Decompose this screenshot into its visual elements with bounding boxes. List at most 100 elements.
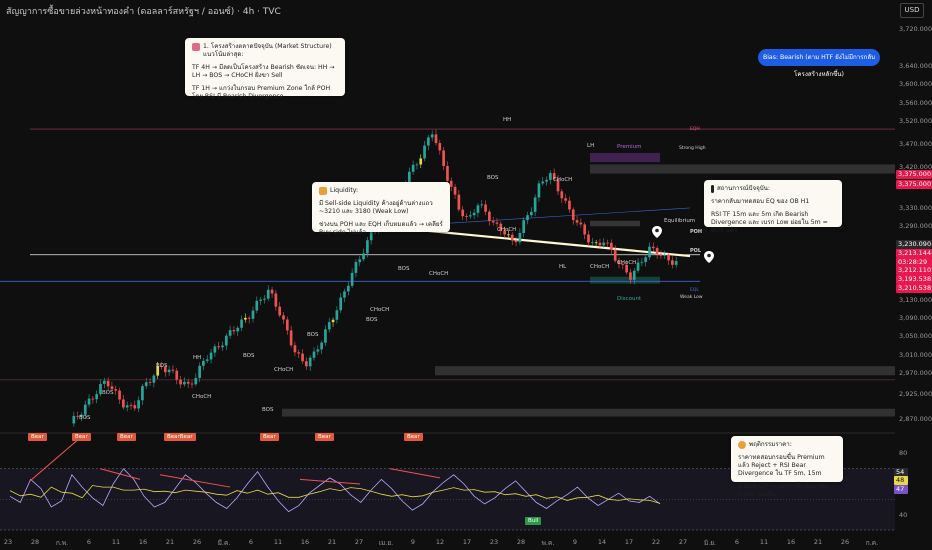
price-tick: 3,520.000: [899, 116, 932, 125]
label-poh: POH: [690, 229, 703, 235]
candle-body: [95, 394, 99, 400]
time-tick: เม.ย.: [378, 539, 394, 547]
candle-body: [541, 181, 545, 184]
time-tick: 23: [489, 538, 499, 546]
candle-body: [87, 398, 91, 405]
current-state-note[interactable]: สถานการณ์ปัจจุบัน: ราคากลับมาทดสอบ EQ ขอ…: [704, 180, 842, 234]
time-tick: 27: [354, 538, 364, 546]
candle-body: [366, 240, 369, 254]
candle-body: [655, 248, 659, 255]
bias-note[interactable]: Bias: Bearish (ตาม HTF ยังไม่มีการกลับโค…: [758, 49, 880, 78]
price-tick: 3,600.000: [899, 80, 932, 89]
candle-body: [327, 322, 331, 330]
label-weak-low: Weak Low: [680, 295, 703, 300]
label-choch: CHoCH: [370, 307, 390, 313]
candle-body: [137, 400, 140, 409]
time-tick: 11: [273, 538, 283, 546]
candle-body: [472, 212, 476, 216]
candle-body: [583, 224, 587, 235]
candle-body: [285, 319, 289, 331]
note-line: RSI TF 15m และ 5m เกิด Bearish Divergenc…: [711, 211, 828, 234]
candle-body: [190, 383, 194, 385]
candle-body: [331, 319, 335, 323]
rsi-bear-tag: BearBear: [164, 433, 196, 441]
price-tick: 2,925.000: [899, 389, 932, 398]
location-pin-icon[interactable]: [703, 251, 715, 263]
candle-body: [320, 342, 323, 350]
label-lh: LH: [587, 143, 595, 149]
candle-body: [144, 382, 148, 387]
candle-body: [430, 134, 434, 138]
price-tick: 3,050.000: [899, 332, 932, 341]
time-tick: 28: [516, 538, 526, 546]
candle-body: [339, 297, 343, 311]
rsi-bear-tag: Bear: [315, 433, 334, 441]
label-discount: Discount: [617, 296, 642, 302]
price-tick: 2,970.000: [899, 368, 932, 377]
candle-body: [316, 349, 320, 352]
rsi-bear-tag: Bear: [404, 433, 423, 441]
label-bos: BOS: [398, 266, 410, 272]
candle-body: [667, 254, 670, 261]
time-tick: 6: [734, 538, 740, 546]
label-eql: EQL: [690, 288, 699, 293]
time-tick: 28: [30, 538, 40, 546]
candle-body: [179, 379, 182, 385]
forecast-note[interactable]: พฤติกรรมราคา: ราคาทดสอบกรอบขึ้น Premium …: [731, 436, 843, 498]
time-tick: 17: [462, 538, 472, 546]
candle-body: [434, 134, 438, 144]
time-tick: 21: [813, 538, 823, 546]
market-structure-note[interactable]: 1. โครงสร้างตลาดปัจจุบัน (Market Structu…: [185, 38, 345, 100]
candle-body: [598, 242, 602, 246]
candle-body: [312, 351, 316, 358]
rsi-tick: 40: [899, 510, 908, 519]
candle-body: [571, 209, 575, 221]
time-tick: มี.ค.: [217, 539, 231, 547]
candle-body: [297, 352, 301, 354]
structure-icon: [192, 43, 200, 51]
candle-body: [575, 220, 579, 223]
note-subtitle: แนวโน้มล่าสุด:: [203, 51, 244, 58]
label-hl: HL: [559, 264, 567, 270]
candle-body: [606, 242, 609, 244]
candle-body: [198, 365, 201, 378]
time-tick: 11: [759, 538, 769, 546]
candle-body: [457, 194, 461, 210]
candle-body: [236, 327, 240, 332]
rsi-badge: 48: [894, 476, 908, 485]
price-tick: 2,870.000: [899, 414, 932, 423]
note-line: ราคากลับมาทดสอบ EQ ของ OB H1: [711, 198, 810, 205]
location-pin-icon[interactable]: [651, 226, 663, 238]
candle-body: [148, 382, 152, 383]
candle-body: [228, 330, 232, 336]
label-strong-high: Strong High: [679, 146, 706, 151]
candle-body: [453, 186, 457, 195]
candle-body: [354, 262, 358, 273]
candle-body: [259, 299, 262, 301]
candle-body: [129, 405, 133, 407]
candle-body: [308, 357, 312, 367]
label-hh: HH: [503, 117, 512, 123]
liquidity-note[interactable]: Liquidity: มี Sell-side Liquidity ค้างอย…: [312, 182, 450, 236]
rsi-bear-tag: Bear: [260, 433, 279, 441]
order-block: [590, 220, 640, 227]
price-badge: 3,213.144: [896, 249, 932, 258]
candle-body: [263, 298, 266, 300]
price-tick: 3,330.000: [899, 203, 932, 212]
candle-body: [282, 315, 285, 320]
candle-body: [461, 209, 465, 217]
price-badge: 3,230.090: [896, 240, 932, 249]
label-bos: BOS: [487, 175, 499, 181]
candle-body: [636, 262, 640, 271]
price-tick: 3,560.000: [899, 98, 932, 107]
note-line: TF 4H → มีลดเป็นโครงสร้าง Bearish ชัดเจน…: [192, 64, 335, 79]
price-tick: 3,640.000: [899, 61, 932, 70]
candle-body: [648, 246, 651, 258]
label-bos: BOS: [102, 390, 114, 396]
time-tick: 21: [327, 538, 337, 546]
candle-body: [419, 158, 423, 165]
label-choch: CHoCH: [274, 367, 294, 373]
candle-body: [152, 375, 156, 383]
rsi-bull-tag: Bull: [525, 517, 542, 525]
marker-icon: [711, 185, 714, 193]
